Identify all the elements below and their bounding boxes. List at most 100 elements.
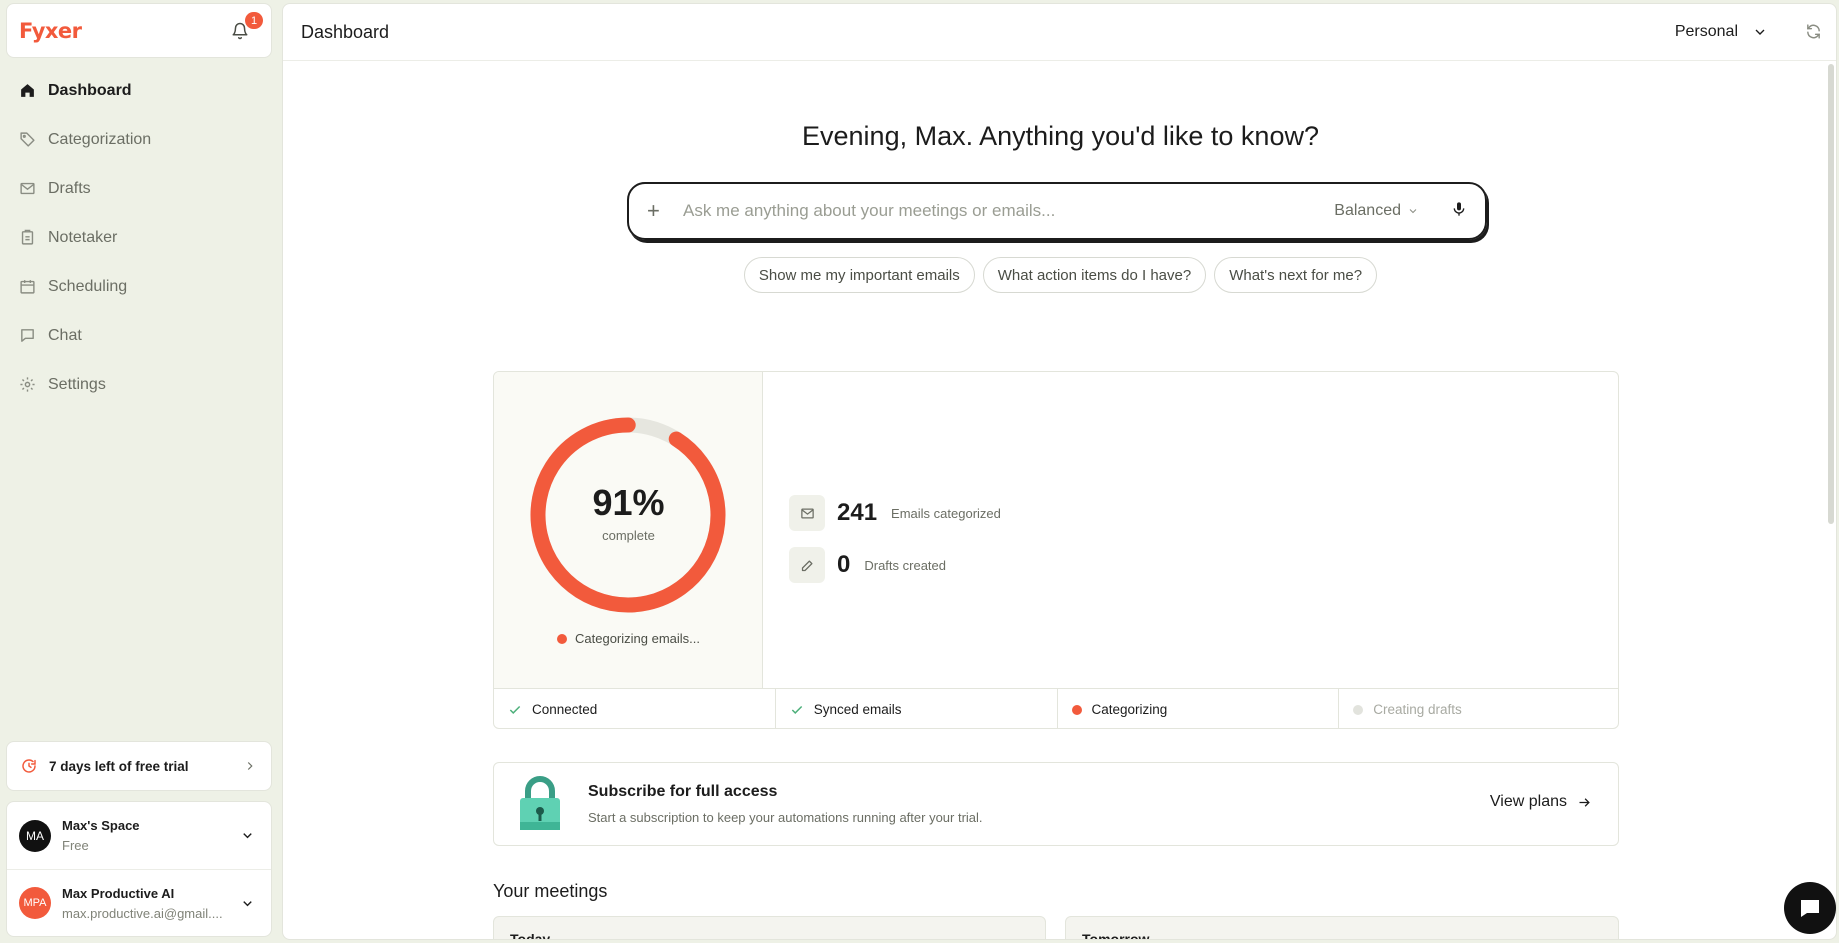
progress-status: Categorizing emails...: [494, 631, 763, 646]
sidebar-item-label: Notetaker: [48, 228, 118, 246]
workspace-avatar: MA: [19, 819, 51, 852]
workspace-name: Max's Space: [62, 818, 140, 833]
chevron-right-icon: [247, 762, 253, 770]
account-selector[interactable]: MPA Max Productive AI max.productive.ai@…: [7, 869, 271, 936]
meetings-today-label: Today: [510, 931, 551, 940]
suggestion-chips: Show me my important emails What action …: [283, 257, 1836, 293]
setup-progress-card: 91% complete Categorizing emails... 241 …: [493, 371, 1619, 729]
progress-caption: complete: [602, 528, 655, 543]
sidebar: Fyxer 1 Dashboard Categorization Drafts …: [0, 0, 282, 943]
refresh-icon: [1807, 24, 1820, 39]
sidebar-item-label: Dashboard: [48, 81, 132, 99]
subscribe-title: Subscribe for full access: [588, 783, 778, 800]
home-icon: [21, 84, 34, 97]
meetings-tomorrow-card: Tomorrow: [1065, 916, 1619, 940]
suggestion-chip[interactable]: What's next for me?: [1214, 257, 1378, 293]
sidebar-item-label: Drafts: [48, 179, 91, 197]
account-switcher: MA Max's Space Free MPA Max Productive A…: [6, 801, 272, 937]
chevron-down-icon: [1755, 29, 1765, 35]
account-avatar: MPA: [19, 887, 51, 919]
clock-refresh-icon: [22, 759, 36, 773]
main-panel: Dashboard Personal Evening, Max. Anythin…: [282, 3, 1837, 940]
status-dot: [1353, 704, 1364, 715]
subscribe-description: Start a subscription to keep your automa…: [588, 810, 983, 825]
progress-ring-panel: 91% complete Categorizing emails...: [494, 372, 763, 688]
support-chat-button[interactable]: [1784, 882, 1836, 934]
arrow-right-icon: [1579, 797, 1590, 807]
progress-status-text: Categorizing emails...: [575, 631, 700, 646]
progress-percent: 91%: [592, 482, 665, 523]
stat-value: 241: [837, 499, 878, 526]
microphone-button[interactable]: [1451, 201, 1467, 222]
mail-icon: [789, 495, 825, 531]
chevron-down-icon: [243, 901, 252, 907]
view-plans-link[interactable]: View plans: [1490, 793, 1592, 811]
meetings-tomorrow-label: Tomorrow: [1082, 931, 1150, 940]
fyxer-logo[interactable]: Fyxer: [19, 19, 82, 43]
sidebar-item-label: Chat: [48, 326, 82, 344]
account-name: Max Productive AI: [62, 885, 175, 901]
sidebar-item-categorization[interactable]: Categorization: [6, 115, 272, 164]
subscribe-banner: Subscribe for full access Start a subscr…: [493, 762, 1619, 846]
status-dot: [1071, 704, 1082, 715]
suggestion-chip[interactable]: What action items do I have?: [982, 257, 1207, 293]
sidebar-item-label: Settings: [48, 375, 106, 393]
refresh-button[interactable]: [1805, 23, 1822, 45]
mail-icon: [20, 182, 35, 195]
step-label: Creating drafts: [1373, 702, 1462, 717]
workspace-dropdown-label: Personal: [1674, 23, 1738, 40]
step-creating-drafts: Creating drafts: [1339, 689, 1618, 728]
stat-label: Emails categorized: [891, 505, 1001, 521]
meetings-heading: Your meetings: [493, 881, 608, 901]
suggestion-chip[interactable]: Show me my important emails: [743, 257, 975, 293]
brand-header: Fyxer 1: [6, 3, 272, 58]
sidebar-item-chat[interactable]: Chat: [6, 311, 272, 360]
stat-drafts-created: 0 Drafts created: [789, 539, 1001, 591]
trial-label: 7 days left of free trial: [49, 758, 189, 774]
ask-input[interactable]: [683, 201, 1335, 221]
sidebar-item-settings[interactable]: Settings: [6, 360, 272, 409]
step-connected: Connected: [494, 689, 776, 728]
stat-emails-categorized: 241 Emails categorized: [789, 487, 1001, 539]
meetings-today-card: Today: [493, 916, 1046, 940]
notification-badge: 1: [245, 12, 263, 29]
top-bar: Dashboard Personal: [283, 4, 1836, 61]
chevron-down-icon: [1409, 209, 1417, 214]
check-icon: [791, 705, 802, 714]
check-icon: [509, 705, 521, 714]
calendar-icon: [20, 280, 35, 294]
sidebar-item-dashboard[interactable]: Dashboard: [6, 66, 272, 115]
ask-box: + Balanced: [627, 182, 1487, 240]
view-plans-label: View plans: [1489, 793, 1567, 810]
workspace-selector[interactable]: MA Max's Space Free: [7, 802, 271, 869]
chevron-down-icon: [243, 833, 252, 839]
stats-list: 241 Emails categorized 0 Drafts created: [789, 487, 1001, 591]
pencil-icon: [789, 547, 825, 583]
greeting-heading: Evening, Max. Anything you'd like to kno…: [802, 121, 1319, 151]
step-synced-emails: Synced emails: [776, 689, 1058, 728]
sidebar-item-label: Scheduling: [48, 277, 128, 295]
workspace-plan: Free: [62, 838, 89, 853]
chat-bubble-icon: [21, 329, 34, 342]
progress-readout: 91% complete: [494, 482, 763, 543]
sidebar-nav: Dashboard Categorization Drafts Notetake…: [6, 66, 272, 409]
microphone-icon: [1453, 201, 1465, 216]
padlock-icon: [520, 776, 560, 830]
attach-button[interactable]: +: [647, 198, 667, 224]
mode-selector[interactable]: Balanced: [1334, 202, 1419, 220]
mode-label: Balanced: [1334, 202, 1401, 219]
free-trial-banner[interactable]: 7 days left of free trial: [6, 741, 272, 791]
sidebar-item-label: Categorization: [48, 130, 152, 148]
stat-value: 0: [837, 551, 851, 578]
chat-bubble-icon: [1801, 900, 1819, 917]
sidebar-item-drafts[interactable]: Drafts: [6, 164, 272, 213]
sidebar-item-scheduling[interactable]: Scheduling: [6, 262, 272, 311]
step-categorizing: Categorizing: [1058, 689, 1340, 728]
stat-label: Drafts created: [864, 557, 947, 573]
gear-icon: [20, 377, 35, 392]
workspace-dropdown[interactable]: Personal: [1675, 23, 1768, 41]
page-title: Dashboard: [301, 21, 390, 42]
sidebar-item-notetaker[interactable]: Notetaker: [6, 213, 272, 262]
account-email: max.productive.ai@gmail....: [62, 905, 223, 921]
step-label: Categorizing: [1091, 702, 1168, 717]
